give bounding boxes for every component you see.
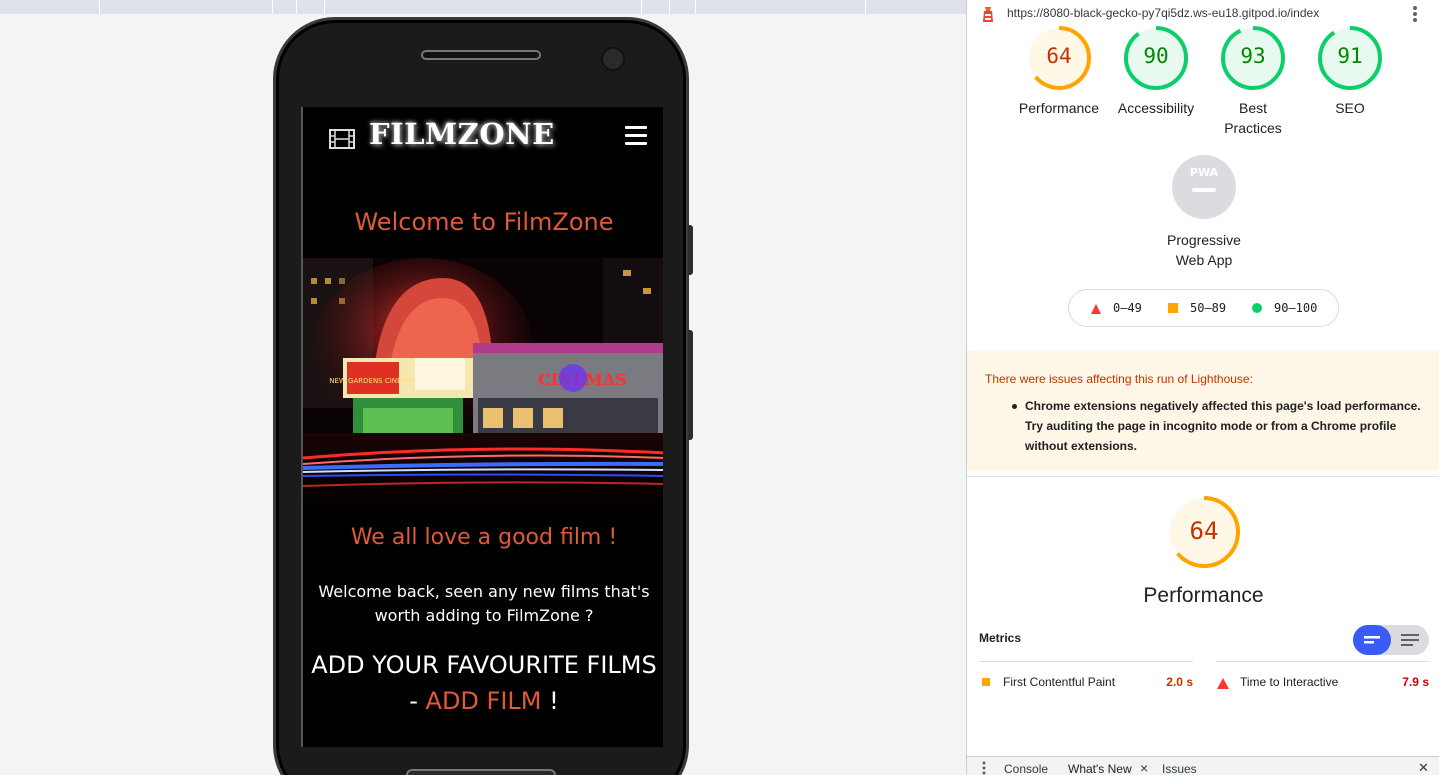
film-icon [329,129,355,154]
fail-triangle-icon [1090,302,1102,320]
expanded-list-icon [1401,634,1419,646]
performance-score-large: 64 [1189,517,1219,545]
average-square-icon [1168,303,1178,313]
label-seo: SEO [1335,100,1365,116]
more-options-icon[interactable] [1411,4,1419,24]
legend-fail-range: 0–49 [1113,301,1142,315]
lighthouse-icon [981,5,995,28]
metric-divider [979,661,1193,662]
ruler-segment[interactable] [641,0,642,14]
score-performance: 64 [1046,44,1072,68]
ruler-segment[interactable] [272,0,273,14]
label-accessibility: Accessibility [1117,100,1195,116]
score-accessibility: 90 [1143,44,1169,68]
add-film-link[interactable]: ADD FILM [426,687,542,715]
ruler-segment[interactable] [695,0,696,14]
metrics-view-toggle[interactable] [1353,625,1429,655]
cta-text: ADD YOUR FAVOURITE FILMS - ADD FILM ! [311,647,657,719]
label-pwa: Progressive Web App [1167,232,1241,268]
ruler-segment[interactable] [296,0,297,14]
close-tab-icon[interactable]: × [1140,760,1148,775]
warning-title: There were issues affecting this run of … [985,372,1253,386]
device-ruler [0,0,966,14]
label-best-practices: Best Practices [1224,100,1282,136]
score-seo: 91 [1337,44,1363,68]
phone-home-button [406,769,556,775]
report-url[interactable]: https://8080-black-gecko-py7qi5dz.ws-eu1… [1007,6,1319,20]
lighthouse-panel: https://8080-black-gecko-py7qi5dz.ws-eu1… [966,0,1439,775]
devtools-drawer-tabs: Console What's New × Issues ✕ [967,756,1439,775]
tab-whats-new[interactable]: What's New [1068,762,1132,775]
performance-gauge-large: 64 [1167,495,1241,569]
hero-image: NEW GARDENS CINEMAS CINEMAS [303,258,663,503]
compact-view-button[interactable] [1353,625,1391,655]
score-best-practices: 93 [1240,44,1266,68]
tab-issues[interactable]: Issues [1162,762,1197,775]
intro-text: Welcome back, seen any new films that's … [318,582,650,625]
hero-sign-left: NEW GARDENS CINEMAS [329,377,417,385]
ruler-segment[interactable] [99,0,100,14]
welcome-heading: Welcome to FilmZone [354,208,614,236]
label-performance: Performance [1018,100,1100,116]
pass-circle-icon [1252,303,1262,313]
close-drawer-icon[interactable]: ✕ [1418,760,1429,775]
gauge-best-practices[interactable]: 93 Best Practices [1203,24,1303,138]
compact-list-icon [1364,636,1380,644]
gauge-seo[interactable]: 91 SEO [1300,24,1400,118]
metric-tti-label: Time to Interactive [1240,675,1339,689]
brand-logo[interactable]: FILMZONE [369,117,555,151]
ruler-segment[interactable] [865,0,866,14]
phone-camera [601,47,625,71]
ruler-segment[interactable] [324,0,325,14]
fail-triangle-icon [1217,676,1229,694]
tab-console[interactable]: Console [1004,762,1048,775]
hamburger-menu-icon[interactable] [625,126,647,146]
legend-pass-range: 90–100 [1274,301,1318,315]
ruler-segment[interactable] [669,0,670,14]
metric-fcp-label: First Contentful Paint [1003,675,1116,689]
phone-speaker [421,50,541,60]
metric-divider [1216,661,1430,662]
lighthouse-warning: There were issues affecting this run of … [967,351,1439,471]
legend-average-range: 50–89 [1190,301,1227,315]
score-legend: 0–49 50–89 90–100 [1068,289,1339,327]
device-emulation-area: FILMZONE Welcome to FilmZone NEW GARDENS… [0,0,966,775]
phone-side-button [688,225,693,275]
expanded-view-button[interactable] [1391,625,1429,660]
average-square-icon [982,678,990,686]
cta-suffix: ! [541,687,559,715]
gauge-accessibility[interactable]: 90 Accessibility [1106,24,1206,118]
warning-item: Chrome extensions negatively affected th… [1025,399,1421,453]
tagline-heading: We all love a good film ! [350,525,618,550]
pwa-icon: PWA [1172,155,1236,219]
metric-fcp-value: 2.0 s [1166,675,1193,689]
pwa-badge-text: PWA [1190,166,1219,179]
drawer-menu-icon[interactable] [982,761,986,775]
metrics-heading: Metrics [979,631,1022,645]
phone-screen: FILMZONE Welcome to FilmZone NEW GARDENS… [301,107,663,747]
performance-heading: Performance [1143,584,1264,607]
gauge-pwa[interactable]: PWA Progressive Web App [1154,154,1254,270]
metric-tti-value: 7.9 s [1402,675,1429,689]
phone-side-button [688,330,693,440]
warning-bullet [1012,404,1017,409]
site-navbar: FILMZONE [303,107,663,167]
gauge-performance[interactable]: 64 Performance [1009,24,1109,118]
section-divider [967,476,1439,477]
